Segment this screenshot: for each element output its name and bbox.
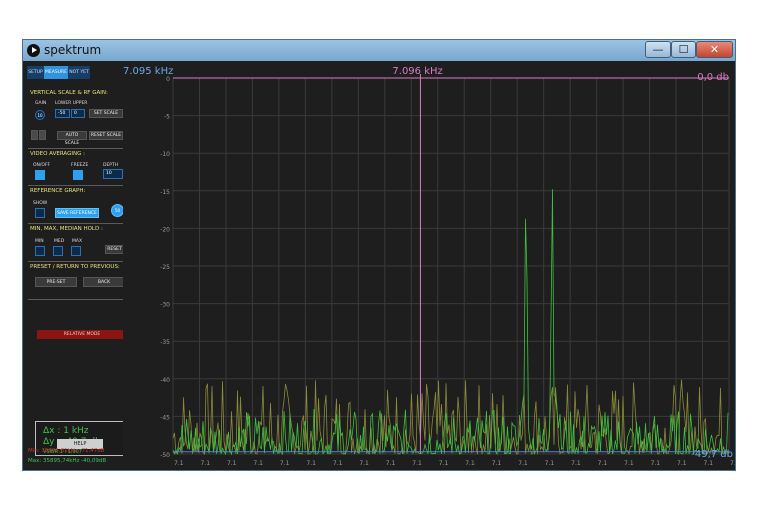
y-tick-label: -45 [160,414,170,421]
max-hold-toggle[interactable] [71,246,81,256]
preset-button[interactable]: PRE-SET [35,277,77,287]
y-tick-label: -20 [160,226,170,233]
lower-input[interactable]: -50 [55,109,70,118]
x-tick-label: 7.1 [730,460,735,467]
divider [28,261,129,262]
app-logo-icon [27,44,40,57]
scale-toggle-b[interactable] [39,130,46,140]
bottom-level-label: -49,7 db [691,449,733,460]
divider [28,148,129,149]
divider [28,299,129,300]
lower-upper-label: LOWER UPPER [55,101,88,106]
tab-not-yet[interactable]: NOT YET [68,66,90,79]
client-area: SETUP MEASURE NOT YET VERTICAL SCALE & R… [23,61,735,470]
gain-label: GAIN [35,101,47,106]
show-reference-toggle[interactable] [35,208,45,218]
maximize-button[interactable]: ☐ [671,41,696,58]
divider [28,223,129,224]
center-frequency-label: 7.096 kHz [392,66,442,77]
x-tick-label: 7.1 [624,460,634,467]
y-tick-label: -40 [160,377,170,384]
app-window: spektrum — ☐ ✕ SETUP MEASURE NOT YET VER… [22,39,736,471]
x-tick-label: 7.1 [412,460,422,467]
reset-scale-button[interactable]: RESET SCALE [89,131,123,140]
top-level-label: 0,0 db [697,72,729,83]
x-tick-label: 7.1 [598,460,608,467]
minimize-button[interactable]: — [645,41,671,58]
max-readout: Max: 35895,74kHz -40,09dB [28,458,107,464]
upper-input[interactable]: 0 [71,109,85,118]
control-panel: SETUP MEASURE NOT YET VERTICAL SCALE & R… [27,64,132,466]
x-tick-label: 7.1 [200,460,210,467]
back-button[interactable]: BACK [83,277,125,287]
x-tick-label: 7.1 [704,460,714,467]
y-tick-label: -35 [160,339,170,346]
min-readout: Min: 35895,31kHz -71,47dB [28,448,105,454]
relative-mode-button[interactable]: RELATIVE MODE [37,330,127,339]
preset-heading: PRESET / RETURN TO PREVIOUS: [30,264,120,270]
x-tick-label: 7.1 [306,460,316,467]
min-hold-label: MIN [35,239,44,244]
x-tick-label: 7.1 [253,460,263,467]
delta-x-readout: Δx : 1 kHz [43,426,89,436]
x-tick-label: 7.1 [677,460,687,467]
x-tick-label: 7.1 [492,460,502,467]
y-tick-label: -5 [164,114,170,121]
x-tick-label: 7.1 [518,460,528,467]
x-tick-label: 7.1 [465,460,475,467]
set-scale-button[interactable]: SET SCALE [89,109,123,118]
tab-setup[interactable]: SETUP [27,66,44,79]
x-tick-label: 7.1 [439,460,449,467]
x-tick-label: 7.1 [227,460,237,467]
x-tick-label: 7.1 [386,460,396,467]
vertical-scale-heading: VERTICAL SCALE & RF GAIN: [30,90,108,96]
x-tick-label: 7.1 [280,460,290,467]
y-tick-label: -25 [160,264,170,271]
depth-input[interactable]: 10 [103,169,123,179]
x-tick-label: 7.1 [333,460,343,467]
freeze-label: FREEZE [71,163,89,168]
onoff-label: ON/OFF [33,163,51,168]
med-hold-toggle[interactable] [53,246,63,256]
window-title: spektrum [44,43,102,57]
hold-reset-button[interactable]: RESET [105,245,124,254]
close-button[interactable]: ✕ [696,41,733,58]
x-tick-label: 7.1 [651,460,661,467]
y-tick-label: -15 [160,189,170,196]
show-label: SHOW [33,201,48,206]
spectrum-plot[interactable]: 0 -5 -10 -15 -20 -25 -30 -35 -40 -45 -50 7.1 7.1 7.1… [123,61,735,470]
y-tick-label: -50 [160,452,170,459]
reference-graph-heading: REFERENCE GRAPH: [30,188,86,194]
x-tick-label: 7.1 [571,460,581,467]
x-tick-label: 7.1 [545,460,555,467]
depth-label: DEPTH [103,163,119,168]
hold-heading: MIN, MAX, MEDIAN HOLD : [30,226,103,232]
auto-scale-button[interactable]: AUTO SCALE [57,131,87,146]
gain-knob[interactable]: 10 [35,110,45,120]
y-tick-label: -30 [160,302,170,309]
x-tick-label: 7.1 [174,460,184,467]
med-hold-label: MED [54,239,65,244]
averaging-onoff-toggle[interactable] [35,170,45,180]
max-hold-label: MAX [72,239,83,244]
save-reference-button[interactable]: SAVE REFERENCE [55,208,99,218]
freeze-toggle[interactable] [73,170,83,180]
divider [28,185,129,186]
y-tick-label: 0 [166,76,170,83]
video-averaging-heading: VIDEO AVERAGING : [30,151,85,157]
scale-toggle-a[interactable] [31,130,38,140]
spectrum-chart[interactable]: 0 -5 -10 -15 -20 -25 -30 -35 -40 -45 -50 7.1 7.1 7.1… [123,61,735,470]
left-frequency-label: 7.095 kHz [123,66,173,77]
tab-measure[interactable]: MEASURE [44,66,68,79]
min-hold-toggle[interactable] [35,246,45,256]
y-tick-label: -10 [160,151,170,158]
x-tick-label: 7.1 [359,460,369,467]
title-bar[interactable]: spektrum — ☐ ✕ [23,40,735,61]
